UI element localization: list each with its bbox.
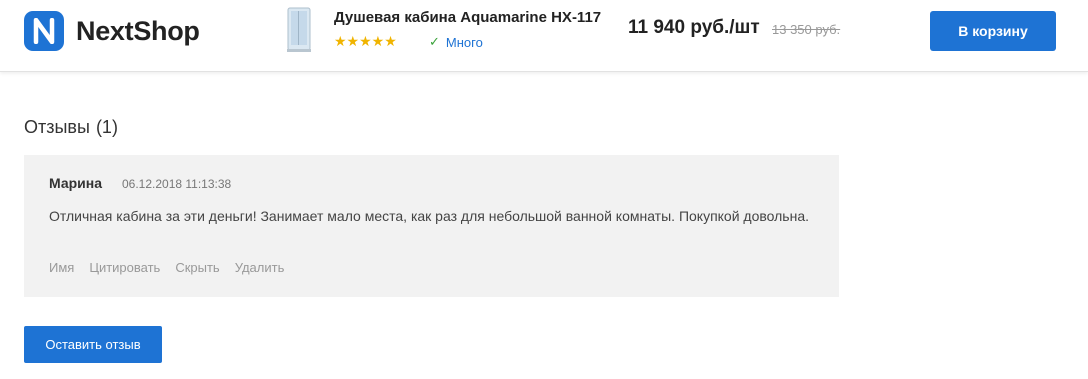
reviews-count: (1) [95,117,118,137]
product-title[interactable]: Душевая кабина Aquamarine HX-117 [334,9,601,26]
review-text: Отличная кабина за эти деньги! Занимает … [49,208,810,224]
logo-text: NextShop [76,15,200,46]
product-thumbnail[interactable] [286,7,312,53]
star-icon: ★★★★★ [334,33,397,49]
review-card: Марина 06.12.2018 11:13:38 Отличная каби… [24,155,839,297]
rating-stars: ★★★★★ [334,33,397,49]
review-date: 06.12.2018 11:13:38 [122,177,232,191]
review-action-delete[interactable]: Удалить [235,260,285,275]
review-action-hide[interactable]: Скрыть [175,260,219,275]
review-author: Марина [49,175,103,191]
logo-icon [24,11,64,51]
product-price: 11 940 руб./шт [628,17,760,38]
reviews-heading: Отзывы (1) [24,117,118,138]
stock-status: ✓ Много [429,34,483,50]
check-icon: ✓ [429,34,440,49]
leave-review-button[interactable]: Оставить отзыв [24,326,162,363]
logo[interactable]: NextShop [24,11,200,51]
add-to-cart-button[interactable]: В корзину [930,11,1056,51]
review-action-quote[interactable]: Цитировать [89,260,160,275]
review-actions: Имя Цитировать Скрыть Удалить [49,260,284,275]
reviews-title: Отзывы [24,117,90,137]
stock-label: Много [445,34,483,50]
top-bar: NextShop Душевая кабина Aquamarine HX-11… [0,0,1088,72]
review-action-name[interactable]: Имя [49,260,74,275]
old-price: 13 350 руб. [772,22,841,37]
